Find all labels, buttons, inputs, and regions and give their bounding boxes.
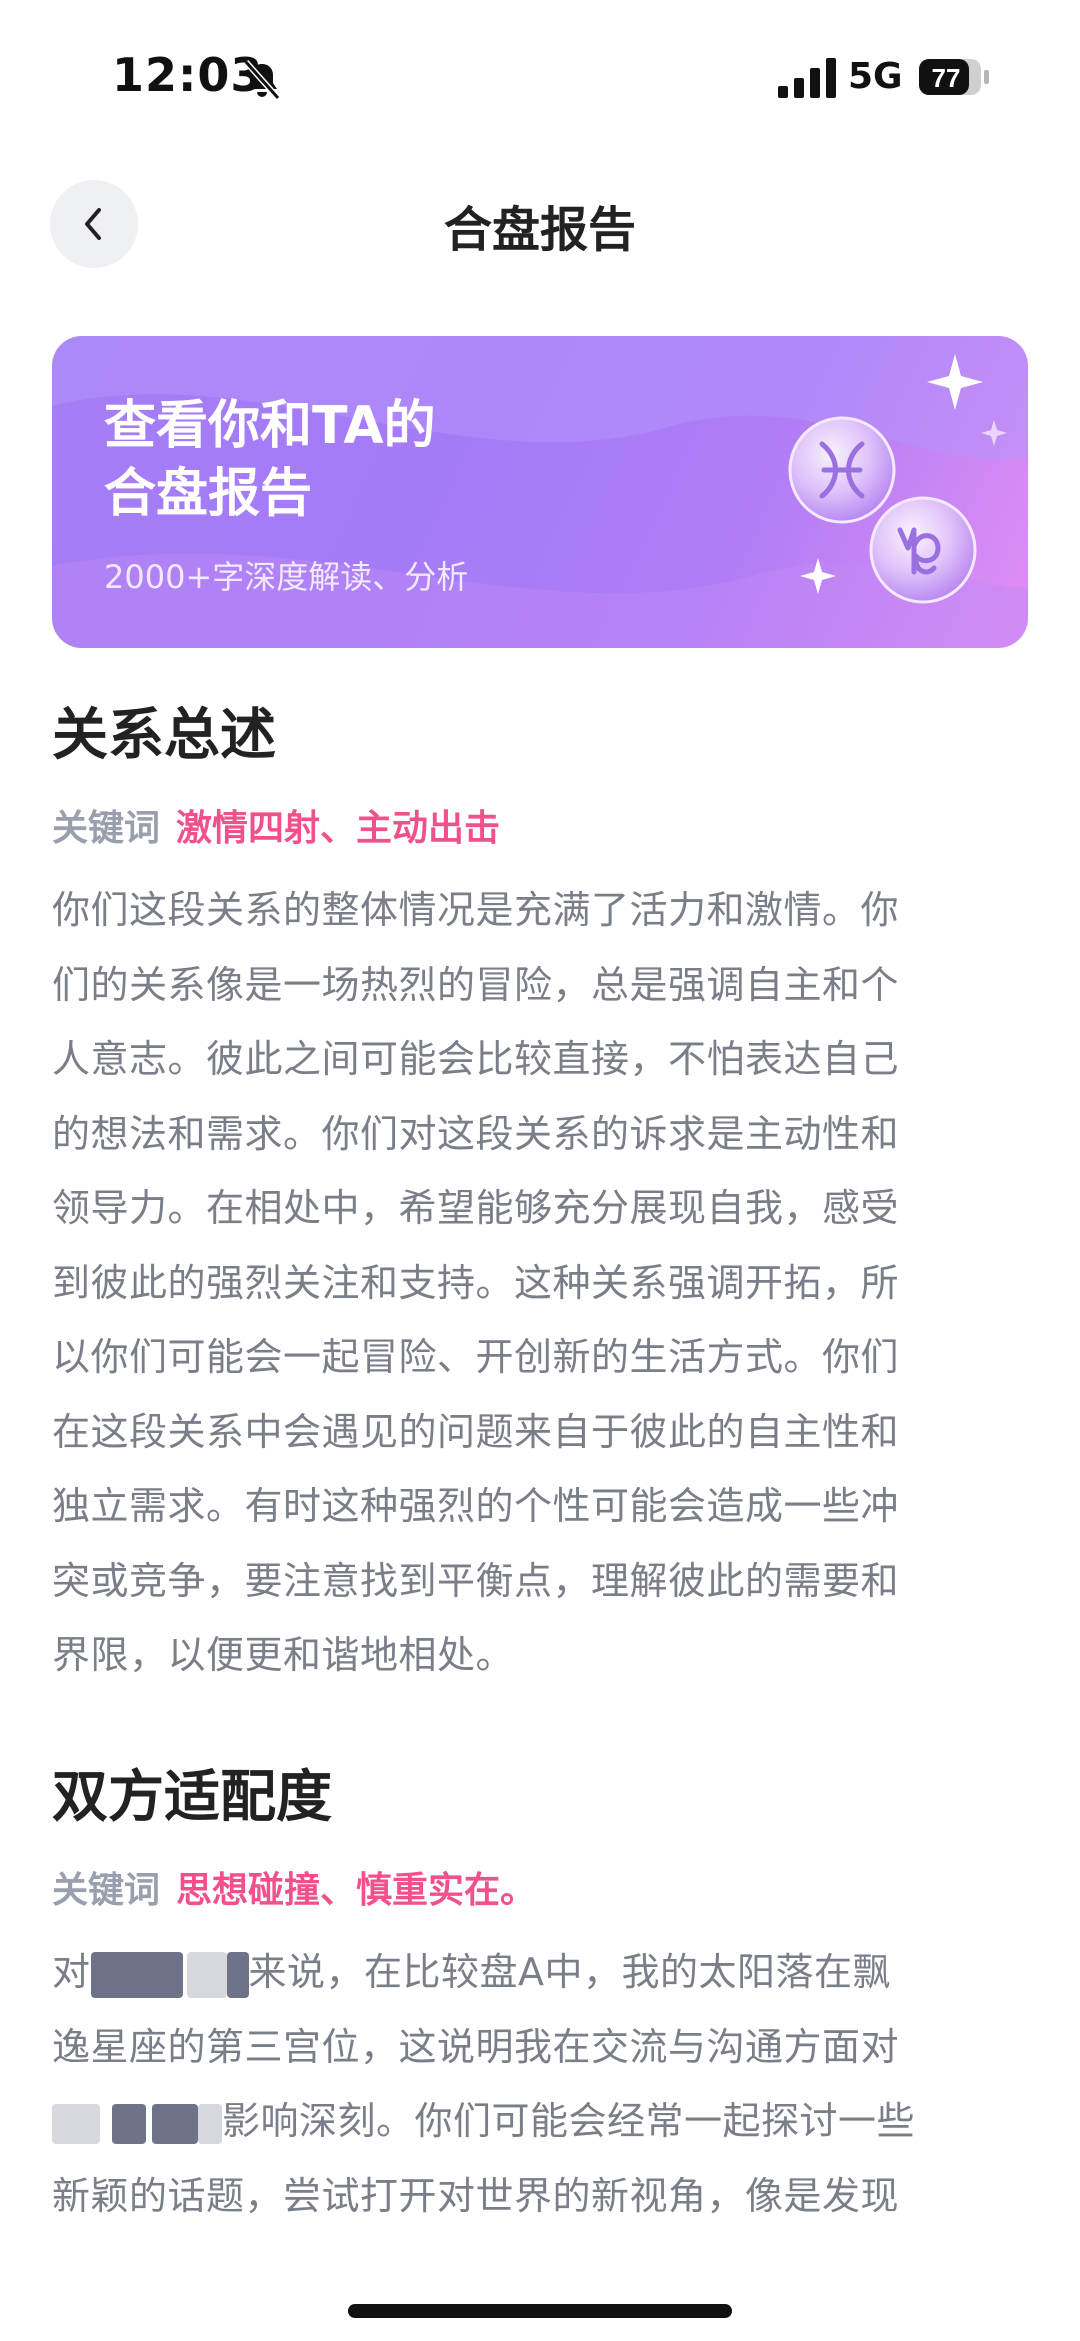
pisces-icon (788, 416, 896, 524)
keywords-row: 关键词 激情四射、主动出击 (52, 799, 1028, 851)
redacted-name (112, 2103, 146, 2144)
status-bar: 12:03 5G 77 (0, 0, 1080, 160)
paragraph-line: 对 来说，在比较盘A中，我的太阳落在飘 (52, 1935, 1028, 2010)
keyword-values: 激情四射、主动出击 (176, 808, 501, 849)
section-compatibility: 双方适配度 关键词 思想碰撞、慎重实在。 对 来说，在比较盘A中，我的太阳落在飘 逸… (52, 1752, 1028, 2233)
paragraph-line: 领导力。在相处中，希望能够充分展现自我，感受 (52, 1186, 900, 1230)
paragraph-line: 的想法和需求。你们对这段关系的诉求是主动性和 (52, 1111, 900, 1156)
banner-title: 查看你和TA的 合盘报告 (104, 392, 436, 528)
redacted-name (152, 2103, 198, 2144)
capricorn-icon (869, 496, 977, 604)
bell-muted-icon (243, 60, 281, 100)
section-title: 关系总述 (52, 703, 276, 768)
paragraph-line: 独立需求。有时这种强烈的个性可能会造成一些冲 (52, 1484, 900, 1528)
paragraph-line: 们的关系像是一场热烈的冒险，总是强调自主和个 (52, 962, 900, 1007)
paragraph-line: 人意志。彼此之间可能会比较直接，不怕表达自己 (52, 1037, 900, 1081)
paragraph-line: 你们这段关系的整体情况是充满了活力和激情。你 (52, 888, 900, 932)
banner-title-line2: 合盘报告 (104, 464, 313, 524)
section-title: 双方适配度 (52, 1765, 332, 1830)
report-banner[interactable]: 查看你和TA的 合盘报告 2000+字深度解读、分析 (52, 336, 1028, 648)
redacted-name (198, 2103, 222, 2144)
keyword-label: 关键词 (52, 808, 161, 849)
banner-subtitle: 2000+字深度解读、分析 (104, 558, 469, 596)
section-paragraph: 你们这段关系的整体情况是充满了活力和激情。你 们的关系像是一场热烈的冒险，总是强… (52, 873, 1028, 1693)
banner-title-line1: 查看你和TA的 (104, 396, 436, 456)
redacted-name (52, 2103, 100, 2144)
paragraph-line: 在这段关系中会遇见的问题来自于彼此的自主性和 (52, 1409, 900, 1454)
section-relationship-overview: 关系总述 关键词 激情四射、主动出击 你们这段关系的整体情况是充满了活力和激情。你… (52, 690, 1028, 1693)
battery-level: 77 (932, 63, 961, 93)
keyword-values: 思想碰撞、慎重实在。 (176, 1870, 537, 1911)
redacted-name (186, 1951, 227, 1998)
paragraph-line: 新颖的话题，尝试打开对世界的新视角，像是发现 (52, 2173, 900, 2218)
paragraph-text: 对 (52, 1950, 91, 1994)
section-paragraph: 对 来说，在比较盘A中，我的太阳落在飘 逸星座的第三宫位，这说明我在交流与沟通方面… (52, 1935, 1028, 2233)
keywords-row: 关键词 思想碰撞、慎重实在。 (52, 1861, 1028, 1913)
paragraph-line: 影响深刻。你们可能会经常一起探讨一些 (52, 2084, 1028, 2159)
cellular-signal-icon (778, 58, 836, 98)
paragraph-line: 到彼此的强烈关注和支持。这种关系强调开拓，所 (52, 1260, 900, 1305)
paragraph-line: 逸星座的第三宫位，这说明我在交流与沟通方面对 (52, 2024, 900, 2069)
network-type: 5G (848, 56, 903, 97)
paragraph-text: 来说，在比较盘A中，我的太阳落在飘 (248, 1950, 892, 1994)
home-indicator[interactable] (348, 2304, 732, 2318)
paragraph-line: 以你们可能会一起冒险、开创新的生活方式。你们 (52, 1335, 900, 1379)
paragraph-text: 影响深刻。你们可能会经常一起探讨一些 (222, 2099, 916, 2143)
paragraph-line: 突或竞争，要注意找到平衡点，理解彼此的需要和 (52, 1558, 900, 1603)
page-title: 合盘报告 (443, 202, 636, 258)
sparkle-icon (800, 558, 836, 594)
zodiac-badges (788, 354, 1007, 604)
battery-icon: 77 (919, 59, 989, 95)
redacted-name (90, 1951, 183, 1998)
keyword-label: 关键词 (52, 1870, 161, 1911)
sparkle-icon (981, 420, 1007, 446)
redacted-name (226, 1951, 249, 1998)
paragraph-line: 界限，以便更和谐地相处。 (52, 1633, 515, 1677)
sparkle-icon (927, 354, 983, 410)
